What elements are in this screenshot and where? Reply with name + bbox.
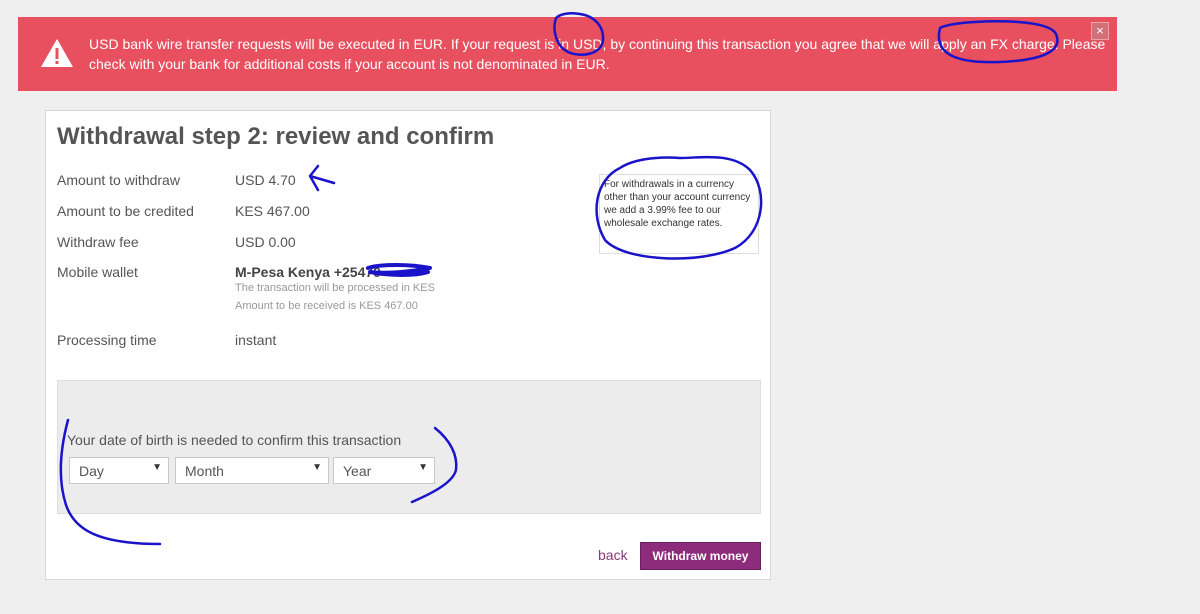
fx-fee-tooltip: For withdrawals in a currency other than…: [599, 174, 759, 254]
day-select[interactable]: Day ▼: [69, 457, 169, 484]
month-select[interactable]: Month ▼: [175, 457, 329, 484]
close-icon[interactable]: ×: [1091, 22, 1109, 40]
mobile-wallet-label: Mobile wallet: [57, 264, 138, 280]
wallet-processing-note: The transaction will be processed in KES: [235, 282, 435, 294]
alert-message: USD bank wire transfer requests will be …: [89, 36, 1106, 72]
year-select-value: Year: [343, 463, 372, 479]
fx-warning-alert: USD bank wire transfer requests will be …: [18, 17, 1117, 91]
dob-label: Your date of birth is needed to confirm …: [67, 432, 402, 448]
processing-time-value: instant: [235, 332, 277, 348]
amount-credited-label: Amount to be credited: [57, 203, 194, 219]
amount-credited-value: KES 467.00: [235, 203, 310, 219]
processing-time-label: Processing time: [57, 332, 157, 348]
withdrawal-review-panel: Withdrawal step 2: review and confirm Am…: [45, 110, 771, 580]
wallet-amount-note: Amount to be received is KES 467.00: [235, 300, 418, 312]
withdraw-fee-label: Withdraw fee: [57, 234, 139, 250]
amount-to-withdraw-label: Amount to withdraw: [57, 172, 180, 188]
chevron-down-icon: ▼: [312, 462, 322, 473]
dob-section: Your date of birth is needed to confirm …: [57, 380, 761, 514]
withdraw-fee-value: USD 0.00: [235, 234, 296, 250]
amount-to-withdraw-value: USD 4.70: [235, 172, 296, 188]
year-select[interactable]: Year ▼: [333, 457, 435, 484]
withdraw-money-button[interactable]: Withdraw money: [640, 542, 761, 570]
mobile-wallet-value: M-Pesa Kenya +25470: [235, 264, 381, 280]
month-select-value: Month: [185, 463, 224, 479]
page-title: Withdrawal step 2: review and confirm: [57, 123, 495, 150]
chevron-down-icon: ▼: [418, 462, 428, 473]
day-select-value: Day: [79, 463, 104, 479]
chevron-down-icon: ▼: [152, 462, 162, 473]
back-link[interactable]: back: [598, 547, 628, 563]
warning-icon: [41, 39, 73, 67]
